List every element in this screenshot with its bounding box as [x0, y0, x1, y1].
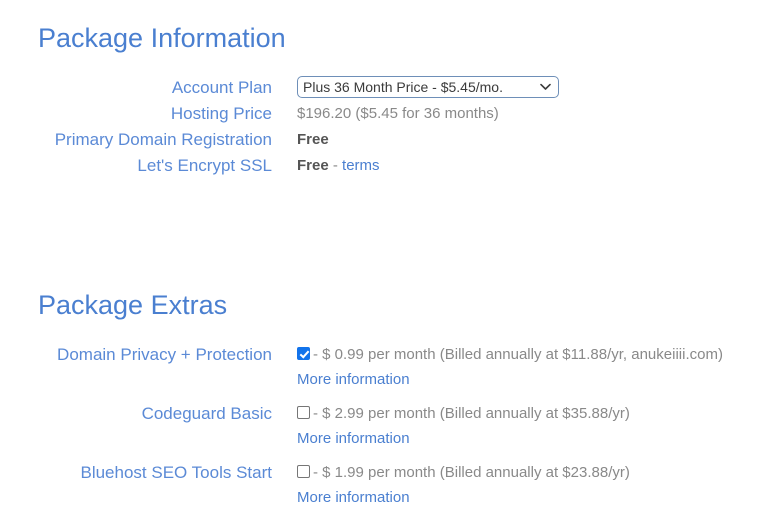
lets-encrypt-terms-link[interactable]: terms	[342, 157, 380, 174]
account-plan-select[interactable]: Plus 36 Month Price - $5.45/mo.	[297, 76, 559, 98]
codeguard-basic-checkbox[interactable]	[297, 406, 310, 419]
domain-privacy-protection-value: - $ 0.99 per month (Billed annually at $…	[272, 342, 724, 392]
package-extras-rows: Domain Privacy + Protection - $ 0.99 per…	[0, 342, 777, 519]
account-plan-row: Account Plan Plus 36 Month Price - $5.45…	[0, 76, 777, 100]
codeguard-basic-more-wrap: More information	[297, 426, 724, 451]
account-plan-label: Account Plan	[171, 78, 272, 97]
domain-privacy-protection-more-information-link[interactable]: More information	[297, 371, 410, 388]
domain-privacy-protection-line: - $ 0.99 per month (Billed annually at $…	[297, 342, 724, 367]
bluehost-seo-tools-start-description: - $ 1.99 per month (Billed annually at $…	[313, 464, 630, 481]
package-extras-heading: Package Extras	[38, 290, 228, 320]
account-plan-select-wrap: Plus 36 Month Price - $5.45/mo.	[297, 76, 559, 98]
lets-encrypt-ssl-row: Let's Encrypt SSL Free - terms	[0, 154, 777, 178]
codeguard-basic-value: - $ 2.99 per month (Billed annually at $…	[272, 401, 724, 451]
primary-domain-registration-label: Primary Domain Registration	[54, 130, 272, 149]
hosting-price-value: $196.20 ($5.45 for 36 months)	[297, 105, 499, 122]
primary-domain-registration-price: Free	[297, 131, 329, 148]
bluehost-seo-tools-start-checkbox[interactable]	[297, 465, 310, 478]
lets-encrypt-ssl-label: Let's Encrypt SSL	[137, 156, 272, 175]
hosting-price-row: Hosting Price $196.20 ($5.45 for 36 mont…	[0, 102, 777, 126]
package-information-rows: Account Plan Plus 36 Month Price - $5.45…	[0, 76, 777, 180]
package-information-heading: Package Information	[38, 23, 286, 53]
codeguard-basic-label: Codeguard Basic	[141, 404, 272, 423]
hosting-price-label: Hosting Price	[170, 104, 272, 123]
bluehost-seo-tools-start-more-information-link[interactable]: More information	[297, 489, 410, 506]
codeguard-basic-more-information-link[interactable]: More information	[297, 430, 410, 447]
codeguard-basic-line: - $ 2.99 per month (Billed annually at $…	[297, 401, 724, 426]
codeguard-basic-description: - $ 2.99 per month (Billed annually at $…	[313, 405, 630, 422]
bluehost-seo-tools-start-more-wrap: More information	[297, 485, 724, 510]
domain-privacy-protection-checkbox[interactable]	[297, 347, 310, 360]
primary-domain-registration-row: Primary Domain Registration Free	[0, 128, 777, 152]
account-plan-value: Plus 36 Month Price - $5.45/mo.	[272, 76, 732, 100]
primary-domain-registration-value: Free	[272, 128, 732, 152]
lets-encrypt-ssl-price: Free	[297, 157, 329, 174]
lets-encrypt-ssl-value: Free - terms	[272, 154, 732, 178]
domain-privacy-protection-label: Domain Privacy + Protection	[57, 345, 272, 364]
domain-privacy-protection-description: - $ 0.99 per month (Billed annually at $…	[313, 346, 723, 363]
bluehost-seo-tools-start-line: - $ 1.99 per month (Billed annually at $…	[297, 460, 724, 485]
package-configuration-page: Package Information Account Plan Plus 36…	[0, 0, 777, 524]
bluehost-seo-tools-start-row: Bluehost SEO Tools Start - $ 1.99 per mo…	[0, 460, 777, 510]
bluehost-seo-tools-start-label: Bluehost SEO Tools Start	[80, 463, 272, 482]
codeguard-basic-row: Codeguard Basic - $ 2.99 per month (Bill…	[0, 401, 777, 451]
bluehost-seo-tools-start-value: - $ 1.99 per month (Billed annually at $…	[272, 460, 724, 510]
domain-privacy-protection-row: Domain Privacy + Protection - $ 0.99 per…	[0, 342, 777, 392]
domain-privacy-protection-more-wrap: More information	[297, 367, 724, 392]
